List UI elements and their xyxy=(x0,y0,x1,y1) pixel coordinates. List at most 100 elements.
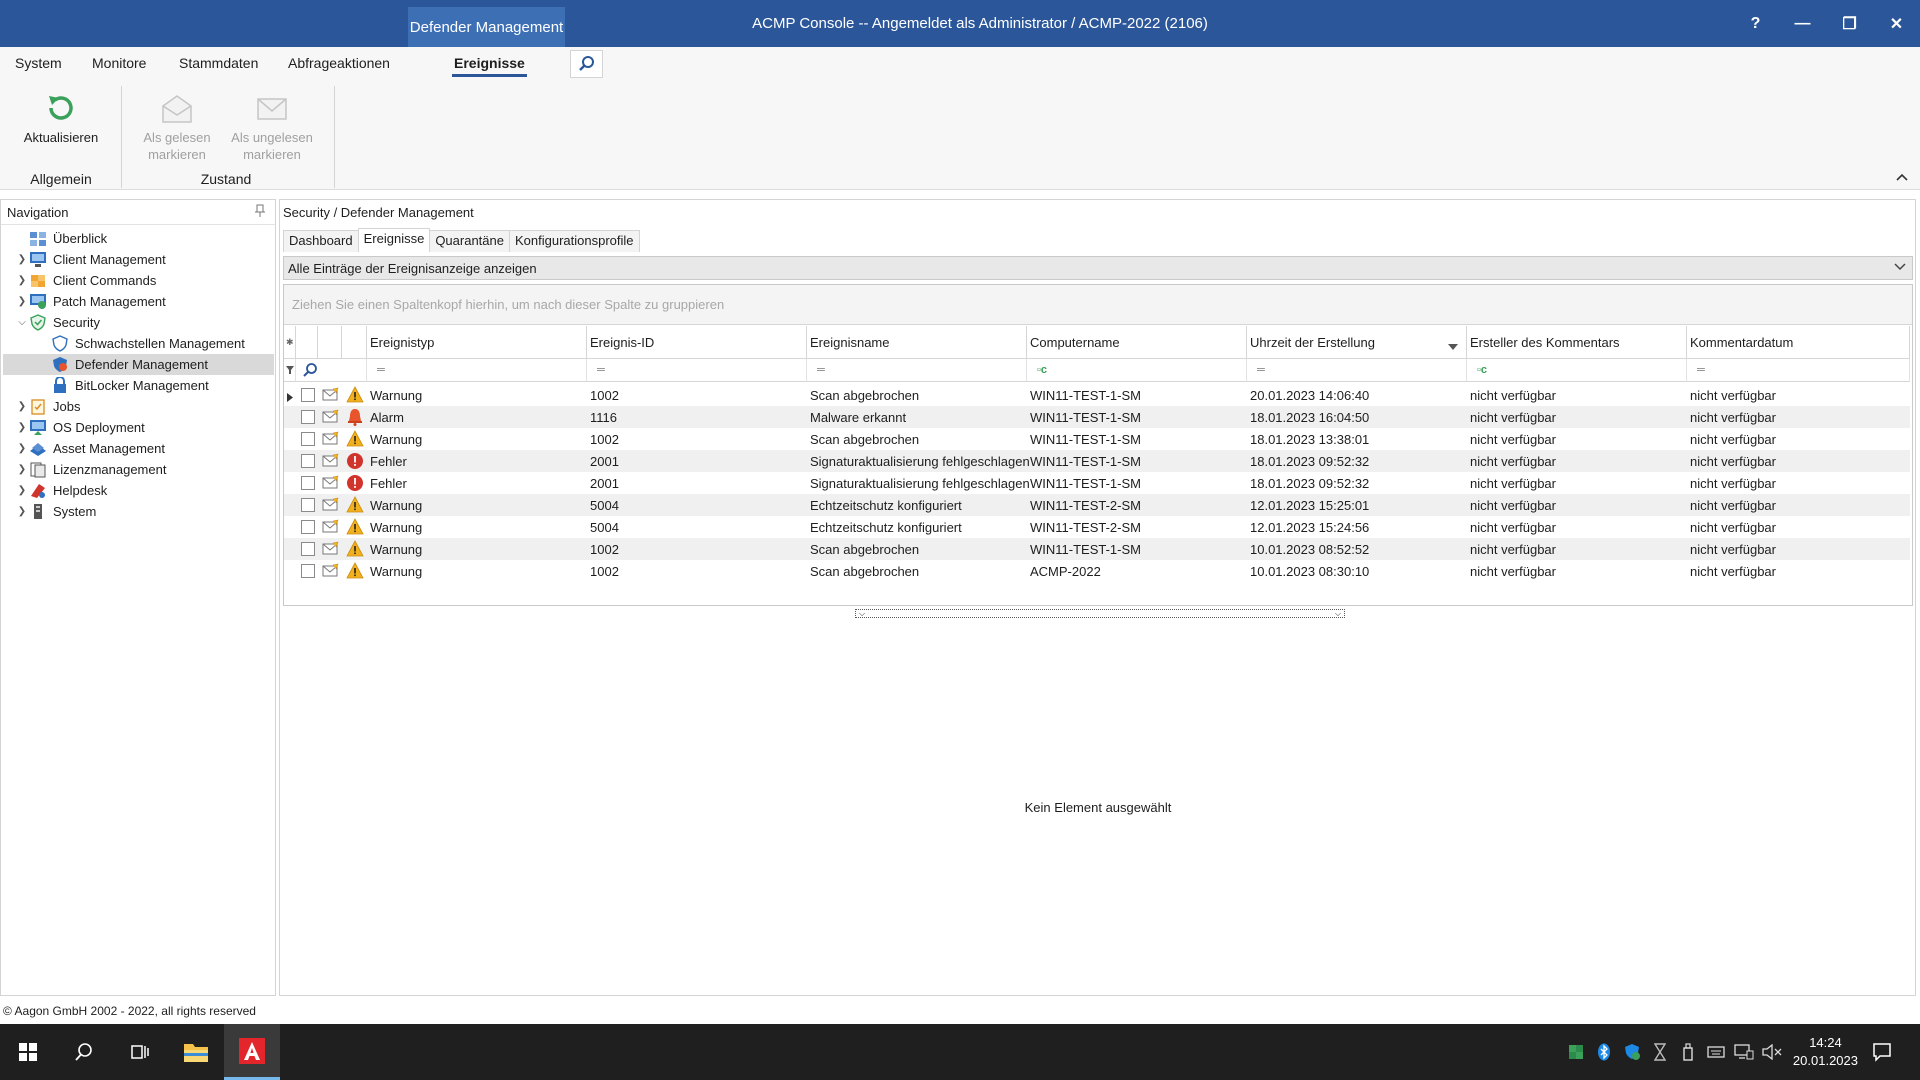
row-checkbox[interactable] xyxy=(301,498,315,512)
mark-read-button[interactable]: Als gelesen markieren xyxy=(134,90,220,163)
row-checkbox[interactable] xyxy=(301,476,315,490)
row-checkbox[interactable] xyxy=(301,454,315,468)
row-indicator-header[interactable]: ✱ xyxy=(284,326,296,359)
chevron-right-icon[interactable]: ❯ xyxy=(15,422,29,433)
filter-cell-uhrzeit[interactable]: ═ xyxy=(1247,359,1467,382)
ribbon-tab-monitore[interactable]: Monitore xyxy=(90,55,148,71)
chevron-right-icon[interactable]: ❯ xyxy=(15,506,29,517)
envelope-icon[interactable] xyxy=(322,497,340,515)
hourglass-icon[interactable] xyxy=(1646,1043,1674,1061)
row-checkbox[interactable] xyxy=(301,410,315,424)
column-header-ersteller[interactable]: Ersteller des Kommentars xyxy=(1467,326,1687,359)
network-icon[interactable] xyxy=(1730,1044,1758,1060)
filter-cell-ereignisname[interactable]: ═ xyxy=(807,359,1027,382)
filter-cell-ereignistyp[interactable]: ═ xyxy=(367,359,587,382)
ribbon-tab-system[interactable]: System xyxy=(13,55,64,71)
nav-item-client-management[interactable]: ❯ Client Management xyxy=(15,249,166,270)
row-checkbox[interactable] xyxy=(301,542,315,556)
help-button[interactable]: ? xyxy=(1732,0,1779,47)
chevron-right-icon[interactable]: ❯ xyxy=(15,401,29,412)
taskbar-clock[interactable]: 14:24 20.01.2023 xyxy=(1793,1034,1858,1070)
table-row[interactable]: Alarm 1116 Malware erkannt WIN11-TEST-1-SM 1… xyxy=(284,406,1910,428)
nav-item-patch-management[interactable]: ❯ Patch Management xyxy=(15,291,166,312)
icon-column-header[interactable] xyxy=(342,326,367,359)
tab-konfigurationsprofile[interactable]: Konfigurationsprofile xyxy=(508,230,640,252)
filter-cell-ereignis-id[interactable]: ═ xyxy=(587,359,807,382)
ribbon-search-button[interactable] xyxy=(570,50,603,78)
context-tab-defender-management[interactable]: Defender Management xyxy=(408,7,565,47)
keyboard-icon[interactable] xyxy=(1702,1045,1730,1059)
puzzle-tray-icon[interactable] xyxy=(1562,1043,1590,1061)
defender-tray-icon[interactable] xyxy=(1618,1043,1646,1061)
pin-icon[interactable] xyxy=(253,204,267,221)
tab-dashboard[interactable]: Dashboard xyxy=(283,230,359,252)
row-checkbox[interactable] xyxy=(301,564,315,578)
row-checkbox[interactable] xyxy=(301,432,315,446)
usb-icon[interactable] xyxy=(1674,1043,1702,1061)
ribbon-tab-stammdaten[interactable]: Stammdaten xyxy=(177,55,260,71)
envelope-icon[interactable] xyxy=(322,453,340,471)
table-row[interactable]: Warnung 1002 Scan abgebrochen WIN11-TEST-1-… xyxy=(284,538,1910,560)
chevron-down-icon[interactable]: ⌵ xyxy=(15,317,29,328)
tab-quarantaene[interactable]: Quarantäne xyxy=(429,230,510,252)
envelope-icon[interactable] xyxy=(322,387,340,405)
notification-button[interactable] xyxy=(1860,1024,1904,1080)
table-row[interactable]: Fehler 2001 Signaturaktualisierung fehlges… xyxy=(284,472,1910,494)
nav-item-jobs[interactable]: ❯ Jobs xyxy=(15,396,80,417)
restore-button[interactable]: ❐ xyxy=(1826,0,1873,47)
nav-item-ueberblick[interactable]: Überblick xyxy=(15,228,107,249)
table-row[interactable]: Warnung 5004 Echtzeitschutz konfiguriert WI… xyxy=(284,516,1910,538)
envelope-icon[interactable] xyxy=(322,541,340,559)
ribbon-tab-abfrageaktionen[interactable]: Abfrageaktionen xyxy=(286,55,392,71)
nav-item-bitlocker-management[interactable]: BitLocker Management xyxy=(37,375,209,396)
ribbon-tab-ereignisse[interactable]: Ereignisse xyxy=(452,55,527,77)
taskbar-search-button[interactable] xyxy=(56,1024,112,1080)
row-checkbox[interactable] xyxy=(301,520,315,534)
close-button[interactable]: ✕ xyxy=(1873,0,1920,47)
event-filter-dropdown[interactable]: Alle Einträge der Ereignisanzeige anzeig… xyxy=(283,256,1913,280)
column-header-uhrzeit[interactable]: Uhrzeit der Erstellung xyxy=(1247,326,1467,359)
nav-item-client-commands[interactable]: ❯ Client Commands xyxy=(15,270,157,291)
envelope-icon[interactable] xyxy=(322,475,340,493)
column-header-ereignistyp[interactable]: Ereignistyp xyxy=(367,326,587,359)
filter-cell-kommentardatum[interactable]: ═ xyxy=(1687,359,1910,382)
row-checkbox[interactable] xyxy=(301,388,315,402)
nav-item-system[interactable]: ❯ System xyxy=(15,501,96,522)
group-by-panel[interactable]: Ziehen Sie einen Spaltenkopf hierhin, um… xyxy=(284,285,1912,325)
ribbon-collapse-button[interactable] xyxy=(1896,170,1908,184)
envelope-icon[interactable] xyxy=(322,519,340,537)
envelope-icon[interactable] xyxy=(322,563,340,581)
chevron-right-icon[interactable]: ❯ xyxy=(15,254,29,265)
table-row[interactable]: Fehler 2001 Signaturaktualisierung fehlges… xyxy=(284,450,1910,472)
mark-unread-button[interactable]: Als ungelesen markieren xyxy=(226,90,318,163)
column-header-computername[interactable]: Computername xyxy=(1027,326,1247,359)
chevron-right-icon[interactable]: ❯ xyxy=(15,275,29,286)
column-header-ereignis-id[interactable]: Ereignis-ID xyxy=(587,326,807,359)
detail-splitter[interactable]: ⌵ ⌵ xyxy=(855,609,1345,618)
taskbar-acmp-console[interactable] xyxy=(224,1024,280,1080)
column-header-ereignisname[interactable]: Ereignisname xyxy=(807,326,1027,359)
table-row[interactable]: Warnung 5004 Echtzeitschutz konfiguriert WI… xyxy=(284,494,1910,516)
task-view-button[interactable] xyxy=(112,1024,168,1080)
envelope-icon[interactable] xyxy=(322,409,340,427)
nav-item-os-deployment[interactable]: ❯ OS Deployment xyxy=(15,417,145,438)
nav-item-helpdesk[interactable]: ❯ Helpdesk xyxy=(15,480,107,501)
table-row[interactable]: Warnung 1002 Scan abgebrochen ACMP-2022 10.0… xyxy=(284,560,1910,582)
nav-item-schwachstellen-management[interactable]: Schwachstellen Management xyxy=(37,333,245,354)
start-button[interactable] xyxy=(0,1024,56,1080)
chevron-right-icon[interactable]: ❯ xyxy=(15,485,29,496)
chevron-right-icon[interactable]: ❯ xyxy=(15,464,29,475)
read-state-column-header[interactable] xyxy=(318,326,342,359)
filter-search-icon[interactable] xyxy=(296,359,367,382)
nav-item-defender-management[interactable]: Defender Management xyxy=(3,354,274,375)
refresh-button[interactable]: Aktualisieren xyxy=(18,90,104,146)
chevron-right-icon[interactable]: ❯ xyxy=(15,296,29,307)
filter-cell-computername[interactable]: ▫c xyxy=(1027,359,1247,382)
volume-muted-icon[interactable] xyxy=(1758,1044,1786,1060)
nav-item-asset-management[interactable]: ❯ Asset Management xyxy=(15,438,165,459)
table-row[interactable]: Warnung 1002 Scan abgebrochen WIN11-TEST-1-… xyxy=(284,384,1910,406)
minimize-button[interactable]: — xyxy=(1779,0,1826,47)
nav-item-lizenzmanagement[interactable]: ❯ Lizenzmanagement xyxy=(15,459,166,480)
bluetooth-icon[interactable] xyxy=(1590,1043,1618,1061)
column-header-kommentardatum[interactable]: Kommentardatum xyxy=(1687,326,1910,359)
